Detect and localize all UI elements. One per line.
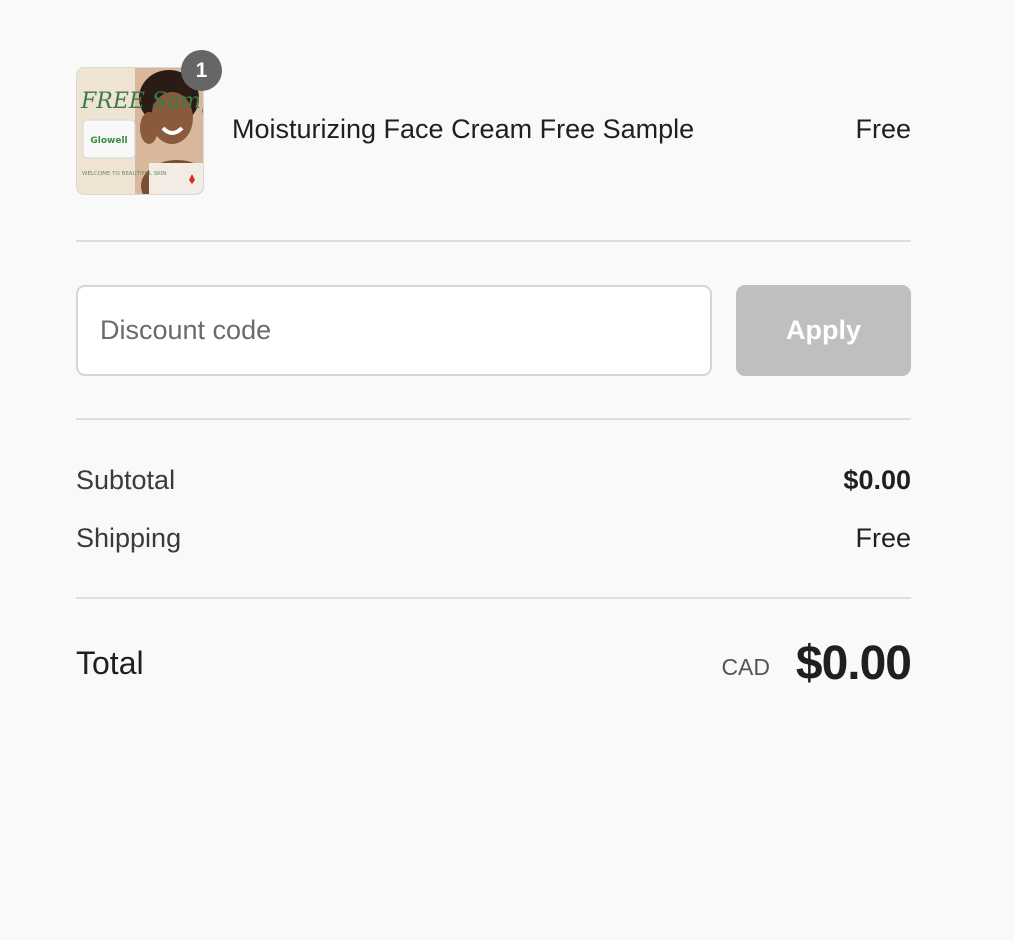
shipping-label: Shipping [76, 523, 182, 553]
product-image: Glowell FREE Sample WELCOME TO BEAUTIFUL… [76, 67, 204, 195]
divider [76, 240, 911, 242]
svg-text:WELCOME TO BEAUTIFUL SKIN: WELCOME TO BEAUTIFUL SKIN [82, 171, 166, 177]
shipping-value: Free [855, 523, 911, 553]
product-thumbnail: Glowell FREE Sample WELCOME TO BEAUTIFUL… [76, 50, 222, 195]
product-price: Free [855, 114, 911, 144]
product-name: Moisturizing Face Cream Free Sample [232, 114, 695, 144]
subtotal-value: $0.00 [843, 465, 911, 495]
subtotal-label: Subtotal [76, 465, 176, 495]
divider [76, 597, 911, 599]
svg-text:Glowell: Glowell [90, 136, 127, 146]
line-item: Glowell FREE Sample WELCOME TO BEAUTIFUL… [76, 50, 911, 195]
discount-code-input[interactable] [76, 285, 712, 376]
currency-code: CAD [721, 654, 770, 680]
apply-discount-button[interactable]: Apply [736, 285, 911, 376]
svg-text:FREE Sample: FREE Sample [80, 89, 203, 114]
total-amount: $0.00 [795, 637, 912, 690]
divider [76, 418, 911, 420]
quantity-badge: 1 [181, 50, 222, 91]
total-label: Total [76, 645, 144, 681]
